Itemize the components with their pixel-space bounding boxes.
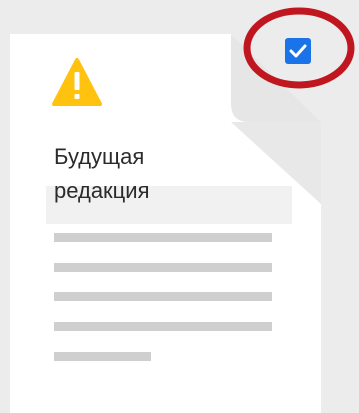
select-checkbox[interactable] — [285, 38, 311, 64]
document-title: Будущая редакция — [46, 140, 292, 224]
document-title-line-1: Будущая — [54, 144, 145, 169]
warning-icon — [52, 58, 102, 106]
checkmark-icon — [289, 44, 307, 58]
text-placeholder-line — [54, 352, 151, 361]
text-placeholder-line — [54, 292, 272, 301]
text-placeholder-line — [54, 263, 272, 272]
document-title-text: Будущая редакция — [54, 140, 284, 208]
text-placeholder-line — [54, 322, 272, 331]
document-title-line-2: редакция — [54, 178, 150, 203]
text-placeholder-line — [54, 233, 272, 242]
